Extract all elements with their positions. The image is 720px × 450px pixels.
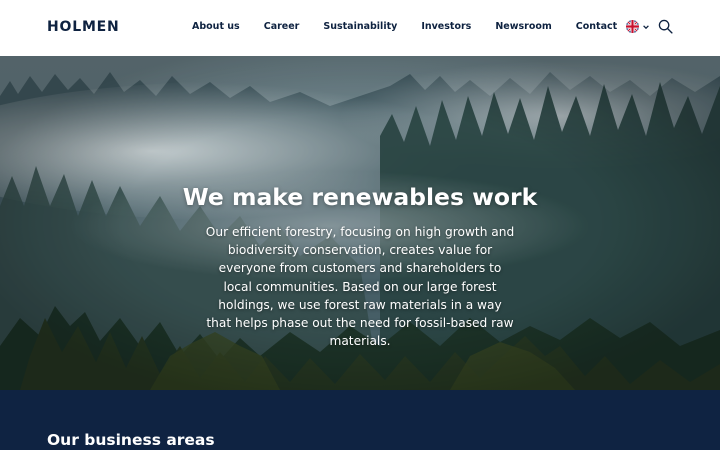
language-selector[interactable] <box>626 20 650 33</box>
hero-title: We make renewables work <box>182 183 538 211</box>
main-nav: About us Career Sustainability Investors… <box>192 21 641 32</box>
nav-about-us[interactable]: About us <box>192 21 240 32</box>
nav-investors[interactable]: Investors <box>421 21 471 32</box>
hero-description: Our efficient forestry, focusing on high… <box>205 225 515 349</box>
chevron-down-icon <box>643 24 649 29</box>
business-areas-section: Our business areas <box>0 390 720 450</box>
search-icon[interactable] <box>658 19 673 34</box>
nav-sustainability[interactable]: Sustainability <box>323 21 397 32</box>
site-header: HOLMEN About us Career Sustainability In… <box>0 0 720 56</box>
hero-section: We make renewables work Our efficient fo… <box>0 56 720 390</box>
nav-career[interactable]: Career <box>264 21 300 32</box>
holmen-logo[interactable]: HOLMEN <box>47 19 120 35</box>
business-areas-heading: Our business areas <box>47 431 215 449</box>
nav-contact[interactable]: Contact <box>576 21 617 32</box>
nav-newsroom[interactable]: Newsroom <box>495 21 551 32</box>
uk-flag-icon <box>626 20 639 33</box>
